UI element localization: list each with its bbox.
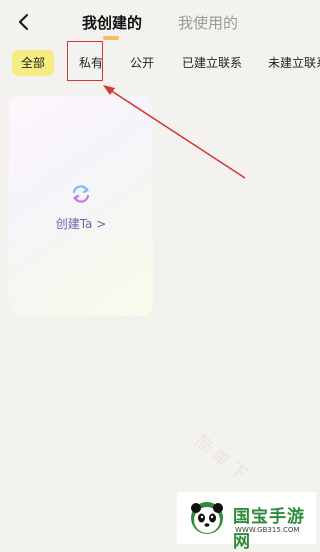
watermark-site-url: WWW.GB315.COM bbox=[235, 526, 300, 534]
filter-chip-public[interactable]: 公开 bbox=[130, 50, 154, 76]
active-tab-indicator bbox=[103, 36, 119, 40]
tab-my-used[interactable]: 我使用的 bbox=[178, 12, 238, 33]
annotation-highlight-box bbox=[67, 41, 103, 81]
watermark-overlay-text: 简单下 bbox=[189, 431, 255, 489]
filter-chip-linked[interactable]: 已建立联系 bbox=[182, 50, 242, 76]
watermark-logo: 国宝手游网 WWW.GB315.COM bbox=[177, 492, 316, 552]
filter-chip-all[interactable]: 全部 bbox=[12, 50, 54, 76]
create-character-card[interactable]: 创建Ta > bbox=[9, 96, 153, 316]
create-character-label[interactable]: 创建Ta > bbox=[9, 215, 153, 232]
tab-my-created[interactable]: 我创建的 bbox=[82, 12, 142, 33]
panda-logo-icon bbox=[191, 502, 223, 534]
filter-chip-unlinked[interactable]: 未建立联系 bbox=[268, 50, 320, 76]
top-bar: 我创建的 我使用的 bbox=[0, 0, 316, 44]
refresh-icon bbox=[72, 185, 90, 203]
back-icon[interactable] bbox=[14, 12, 34, 32]
filter-bar: 全部 私有 公开 已建立联系 未建立联系 bbox=[0, 50, 320, 78]
